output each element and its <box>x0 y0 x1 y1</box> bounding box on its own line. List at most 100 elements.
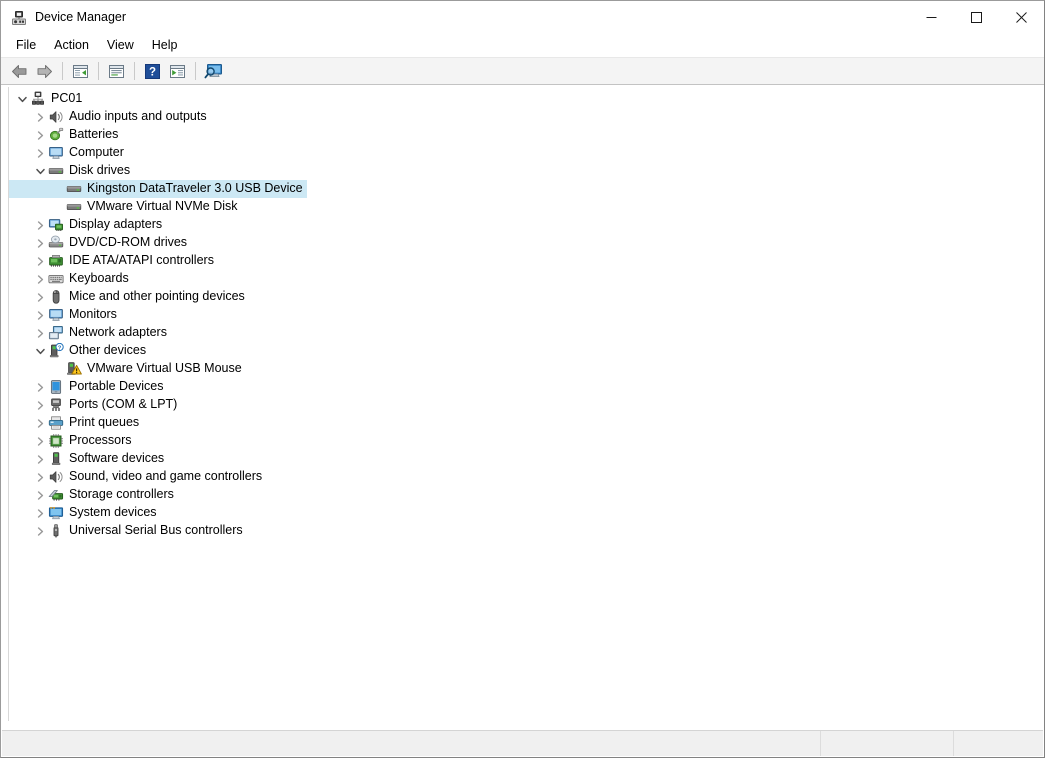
chevron-right-icon[interactable] <box>32 415 48 431</box>
tree-item[interactable]: PC01 <box>9 90 86 108</box>
menu-file[interactable]: File <box>7 36 45 56</box>
tree-item-label: Print queues <box>69 416 139 430</box>
tree-spacer <box>50 199 66 215</box>
status-bar-main <box>2 731 820 756</box>
tree-item-label: Network adapters <box>69 326 167 340</box>
tree-item[interactable]: Keyboards <box>9 270 133 288</box>
tree-item[interactable]: Display adapters <box>9 216 166 234</box>
tree-item[interactable]: Audio inputs and outputs <box>9 108 211 126</box>
tree-item-label: Ports (COM & LPT) <box>69 398 177 412</box>
chevron-right-icon[interactable] <box>32 469 48 485</box>
tree-item[interactable]: Sound, video and game controllers <box>9 468 266 486</box>
properties-icon[interactable] <box>104 60 129 83</box>
status-bar <box>2 730 1043 756</box>
port-icon <box>48 397 64 413</box>
tree-item[interactable]: Storage controllers <box>9 486 178 504</box>
tree-item[interactable]: VMware Virtual NVMe Disk <box>9 198 242 216</box>
tree-item[interactable]: Ports (COM & LPT) <box>9 396 181 414</box>
show-hide-console-tree-icon[interactable] <box>68 60 93 83</box>
menu-view[interactable]: View <box>98 36 143 56</box>
menu-action[interactable]: Action <box>45 36 98 56</box>
chevron-right-icon[interactable] <box>32 487 48 503</box>
device-tree: PC01 Audio inputs and outputs BatteriesCom… <box>9 87 1037 540</box>
update-driver-icon[interactable] <box>165 60 190 83</box>
tree-item[interactable]: VMware Virtual USB Mouse <box>9 360 246 378</box>
tree-item-label: Software devices <box>69 452 164 466</box>
tree-item[interactable]: Kingston DataTraveler 3.0 USB Device <box>9 180 307 198</box>
tree-item[interactable]: Print queues <box>9 414 143 432</box>
chevron-right-icon[interactable] <box>32 379 48 395</box>
minimize-button[interactable] <box>909 1 954 34</box>
tree-item-label: PC01 <box>51 92 82 106</box>
tree-item-label: Processors <box>69 434 132 448</box>
chevron-right-icon[interactable] <box>32 505 48 521</box>
chevron-right-icon[interactable] <box>32 523 48 539</box>
chevron-down-icon[interactable] <box>32 343 48 359</box>
chevron-down-icon[interactable] <box>14 91 30 107</box>
close-button[interactable] <box>999 1 1044 34</box>
tree-item[interactable]: System devices <box>9 504 161 522</box>
window-title: Device Manager <box>35 11 126 25</box>
tree-item[interactable]: Monitors <box>9 306 121 324</box>
tree-item[interactable]: IDE ATA/ATAPI controllers <box>9 252 218 270</box>
tree-item[interactable]: Network adapters <box>9 324 171 342</box>
svg-text:?: ? <box>58 345 62 351</box>
processor-icon <box>48 433 64 449</box>
tree-item-label: Storage controllers <box>69 488 174 502</box>
tree-item-label: Other devices <box>69 344 146 358</box>
toolbar-separator <box>134 62 135 80</box>
warning-device-icon <box>66 361 82 377</box>
window-controls <box>909 1 1044 34</box>
monitor-icon <box>48 307 64 323</box>
tree-item[interactable]: DVD/CD-ROM drives <box>9 234 191 252</box>
tree-item[interactable]: Portable Devices <box>9 378 168 396</box>
chevron-right-icon[interactable] <box>32 235 48 251</box>
menu-bar: File Action View Help <box>1 34 1044 58</box>
tree-item-label: Display adapters <box>69 218 162 232</box>
tree-item[interactable]: ? Other devices <box>9 342 150 360</box>
tree-item-label: Sound, video and game controllers <box>69 470 262 484</box>
tree-item-label: Kingston DataTraveler 3.0 USB Device <box>87 182 303 196</box>
tree-item[interactable]: Computer <box>9 144 128 162</box>
mouse-icon <box>48 289 64 305</box>
chevron-right-icon[interactable] <box>32 217 48 233</box>
tree-item[interactable]: Mice and other pointing devices <box>9 288 249 306</box>
portable-device-icon <box>48 379 64 395</box>
tree-item[interactable]: Universal Serial Bus controllers <box>9 522 247 540</box>
tree-item-label: Mice and other pointing devices <box>69 290 245 304</box>
disk-drive-icon <box>66 181 82 197</box>
ide-controller-icon <box>48 253 64 269</box>
chevron-right-icon[interactable] <box>32 253 48 269</box>
menu-help[interactable]: Help <box>143 36 187 56</box>
chevron-right-icon[interactable] <box>32 325 48 341</box>
chevron-right-icon[interactable] <box>32 451 48 467</box>
help-icon[interactable]: ? <box>140 60 165 83</box>
chevron-right-icon[interactable] <box>32 307 48 323</box>
forward-arrow-icon[interactable] <box>32 60 57 83</box>
chevron-down-icon[interactable] <box>32 163 48 179</box>
chevron-right-icon[interactable] <box>32 397 48 413</box>
svg-text:?: ? <box>149 66 156 78</box>
network-adapter-icon <box>48 325 64 341</box>
maximize-button[interactable] <box>954 1 999 34</box>
keyboard-icon <box>48 271 64 287</box>
tree-spacer <box>50 361 66 377</box>
chevron-right-icon[interactable] <box>32 433 48 449</box>
tree-item[interactable]: Processors <box>9 432 136 450</box>
chevron-right-icon[interactable] <box>32 271 48 287</box>
tree-spacer <box>50 181 66 197</box>
tree-item-label: Audio inputs and outputs <box>69 110 207 124</box>
scan-hardware-changes-icon[interactable] <box>201 60 226 83</box>
chevron-right-icon[interactable] <box>32 145 48 161</box>
tree-item-label: System devices <box>69 506 157 520</box>
tree-item[interactable]: Software devices <box>9 450 168 468</box>
tree-item[interactable]: Disk drives <box>9 162 134 180</box>
chevron-right-icon[interactable] <box>32 127 48 143</box>
back-arrow-icon[interactable] <box>7 60 32 83</box>
chevron-right-icon[interactable] <box>32 109 48 125</box>
chevron-right-icon[interactable] <box>32 289 48 305</box>
device-tree-pane[interactable]: PC01 Audio inputs and outputs BatteriesCom… <box>8 87 1037 721</box>
tree-item-label: Disk drives <box>69 164 130 178</box>
monitor-icon <box>48 145 64 161</box>
tree-item[interactable]: Batteries <box>9 126 122 144</box>
